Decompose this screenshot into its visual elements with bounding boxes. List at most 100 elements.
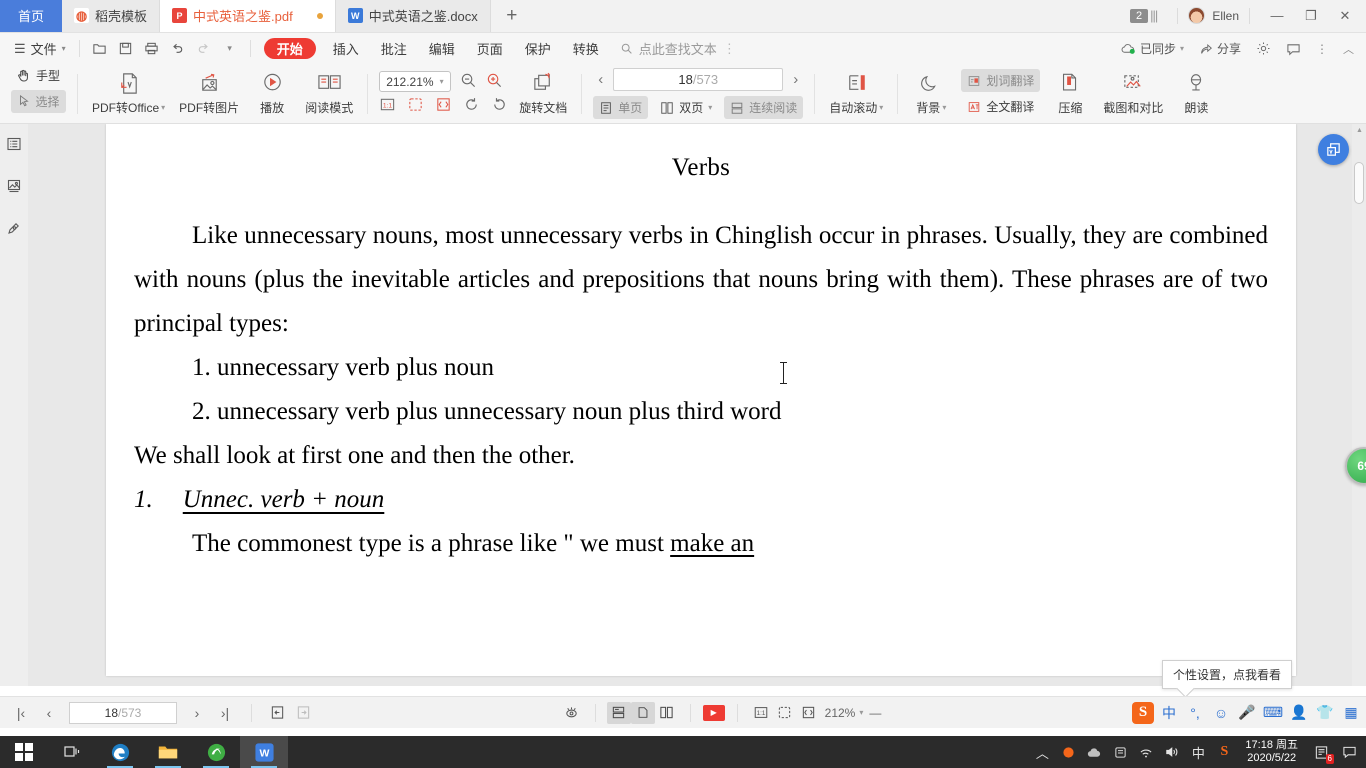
open-icon[interactable] — [87, 37, 113, 61]
read-aloud-button[interactable]: 朗读 — [1170, 66, 1222, 122]
view-single-button[interactable] — [630, 701, 655, 724]
zoom-level-control[interactable]: 212% ▾ — [825, 706, 864, 720]
smiley-icon[interactable]: ☺ — [1210, 705, 1232, 721]
double-page-button[interactable]: 双页 ▾ — [654, 96, 718, 119]
pdf-to-office-button[interactable]: PDF转Office ▾ — [85, 66, 172, 122]
actual-size-button[interactable]: 1:1 — [749, 702, 773, 724]
fit-page-button[interactable] — [773, 702, 797, 724]
prev-page-button[interactable]: ‹ — [36, 701, 62, 725]
tab-page[interactable]: 页面 — [466, 33, 514, 64]
nav-back-button[interactable] — [265, 702, 289, 724]
first-page-button[interactable]: |‹ — [8, 701, 34, 725]
last-page-button[interactable]: ›| — [212, 701, 238, 725]
next-page-button[interactable]: › — [790, 71, 801, 88]
status-page-input[interactable]: 18 /573 — [69, 701, 177, 724]
tray-cloud-icon[interactable] — [1081, 736, 1107, 768]
tab-comment[interactable]: 批注 — [370, 33, 418, 64]
print-icon[interactable] — [139, 37, 165, 61]
user-icon[interactable]: 👤 — [1288, 704, 1310, 721]
maximize-restore-button[interactable]: ❐ — [1294, 0, 1328, 32]
feedback-button[interactable] — [1280, 33, 1307, 64]
taskbar-app-wps[interactable]: W — [240, 736, 288, 768]
window-count-badge[interactable]: 2 — [1130, 8, 1149, 23]
view-continuous-button[interactable] — [606, 701, 631, 724]
document-viewport[interactable]: Verbs Like unnecessary nouns, most unnec… — [28, 124, 1366, 686]
ime-chinese-icon[interactable]: 中 — [1158, 703, 1180, 723]
tray-app-icon[interactable] — [1055, 736, 1081, 768]
tray-ime-indicator[interactable]: 中 — [1185, 736, 1211, 768]
tray-wifi-button[interactable] — [1133, 736, 1159, 768]
tab-edit[interactable]: 编辑 — [418, 33, 466, 64]
select-tool-button[interactable]: 选择 — [10, 89, 66, 113]
save-icon[interactable] — [113, 37, 139, 61]
skin-icon[interactable]: 👕 — [1314, 704, 1336, 721]
screenshot-compare-button[interactable]: 截图和对比 — [1096, 66, 1170, 122]
taskbar-clock[interactable]: 17:18 周五 2020/5/22 — [1237, 739, 1306, 765]
more-dots-icon[interactable]: ⋮ — [723, 41, 736, 57]
next-page-button[interactable]: › — [184, 701, 210, 725]
more-options-button[interactable]: ⋮ — [1310, 33, 1334, 64]
annotation-icon[interactable] — [6, 220, 22, 239]
actual-size-button[interactable]: 1:1 — [379, 96, 396, 116]
rotate-ccw-button[interactable] — [491, 96, 508, 116]
play-slideshow-button[interactable]: ▶ — [702, 702, 726, 724]
tab-pdf-active[interactable]: P 中式英语之鉴.pdf — [160, 0, 336, 32]
keyboard-icon[interactable]: ⌨ — [1262, 704, 1284, 721]
auto-scroll-button[interactable]: 自动滚动 ▾ — [822, 66, 890, 122]
single-page-button[interactable]: 单页 — [593, 96, 649, 119]
eye-protect-button[interactable] — [560, 702, 584, 724]
export-to-word-fab[interactable] — [1318, 134, 1349, 165]
start-button[interactable] — [0, 736, 48, 768]
tab-start[interactable]: 开始 — [263, 38, 316, 59]
home-tab[interactable]: 首页 — [0, 0, 62, 32]
settings-button[interactable] — [1250, 33, 1277, 64]
collapse-ribbon-button[interactable]: ︿ — [1337, 33, 1360, 64]
scroll-up-icon[interactable]: ▲ — [1356, 127, 1363, 134]
outline-icon[interactable] — [6, 136, 22, 155]
rotate-document-button[interactable]: 旋转文档 — [512, 66, 574, 122]
tray-sogou-button[interactable]: S — [1211, 736, 1237, 768]
zoom-in-button[interactable] — [486, 72, 503, 92]
view-double-button[interactable] — [655, 702, 679, 724]
continuous-read-button[interactable]: 连续阅读 — [724, 96, 804, 119]
notification-button[interactable]: 6 — [1306, 736, 1336, 768]
rotate-cw-button[interactable] — [463, 96, 480, 116]
user-account[interactable]: Ellen — [1188, 7, 1239, 24]
sogou-round-icon[interactable]: S — [1132, 701, 1154, 724]
prev-page-button[interactable]: ‹ — [595, 71, 606, 88]
search-input[interactable]: 点此查找文本 ⋮ — [620, 39, 736, 58]
zoom-out-button[interactable] — [460, 72, 477, 92]
new-tab-button[interactable]: + — [490, 0, 533, 32]
pdf-to-image-button[interactable]: PDF转图片 — [172, 66, 246, 122]
window-list-icon[interactable]: ||| — [1150, 8, 1158, 23]
apps-icon[interactable]: ▦ — [1340, 704, 1362, 721]
vertical-scroll-thumb[interactable] — [1354, 162, 1364, 204]
personalization-tooltip[interactable]: 个性设置，点我看看 — [1162, 660, 1293, 689]
background-button[interactable]: 背景 ▾ — [905, 66, 957, 122]
vertical-scrollbar[interactable]: ▲ — [1352, 124, 1366, 686]
close-button[interactable]: ✕ — [1328, 0, 1362, 32]
cloud-sync-button[interactable]: 已同步 ▾ — [1115, 33, 1190, 64]
zoom-value-input[interactable]: 212.21% ▾ — [379, 71, 451, 92]
thumbnail-icon[interactable] — [6, 178, 22, 197]
taskbar-app-browser[interactable] — [192, 736, 240, 768]
file-menu-button[interactable]: ☰ 文件 ▾ — [8, 39, 72, 58]
hand-tool-button[interactable]: 手型 — [10, 64, 66, 87]
compress-button[interactable]: 压缩 — [1044, 66, 1096, 122]
play-button[interactable]: 播放 — [246, 66, 298, 122]
word-translate-button[interactable]: 划词翻译 — [961, 69, 1041, 92]
ime-punct-icon[interactable]: °, — [1184, 705, 1206, 721]
mic-icon[interactable]: 🎤 — [1236, 704, 1258, 721]
tray-volume-button[interactable] — [1159, 736, 1185, 768]
tab-template[interactable]: ◍ 稻壳模板 — [62, 0, 161, 32]
taskbar-app-edge[interactable] — [96, 736, 144, 768]
minimize-button[interactable]: — — [1260, 0, 1294, 32]
tab-insert[interactable]: 插入 — [322, 33, 370, 64]
read-mode-button[interactable]: 阅读模式 — [298, 66, 360, 122]
nav-forward-button[interactable] — [291, 702, 315, 724]
tab-protect[interactable]: 保护 — [514, 33, 562, 64]
tray-expand-button[interactable]: ︿ — [1029, 736, 1055, 768]
undo-icon[interactable] — [165, 37, 191, 61]
zoom-minus-button[interactable]: — — [863, 702, 887, 724]
taskbar-app-explorer[interactable] — [144, 736, 192, 768]
